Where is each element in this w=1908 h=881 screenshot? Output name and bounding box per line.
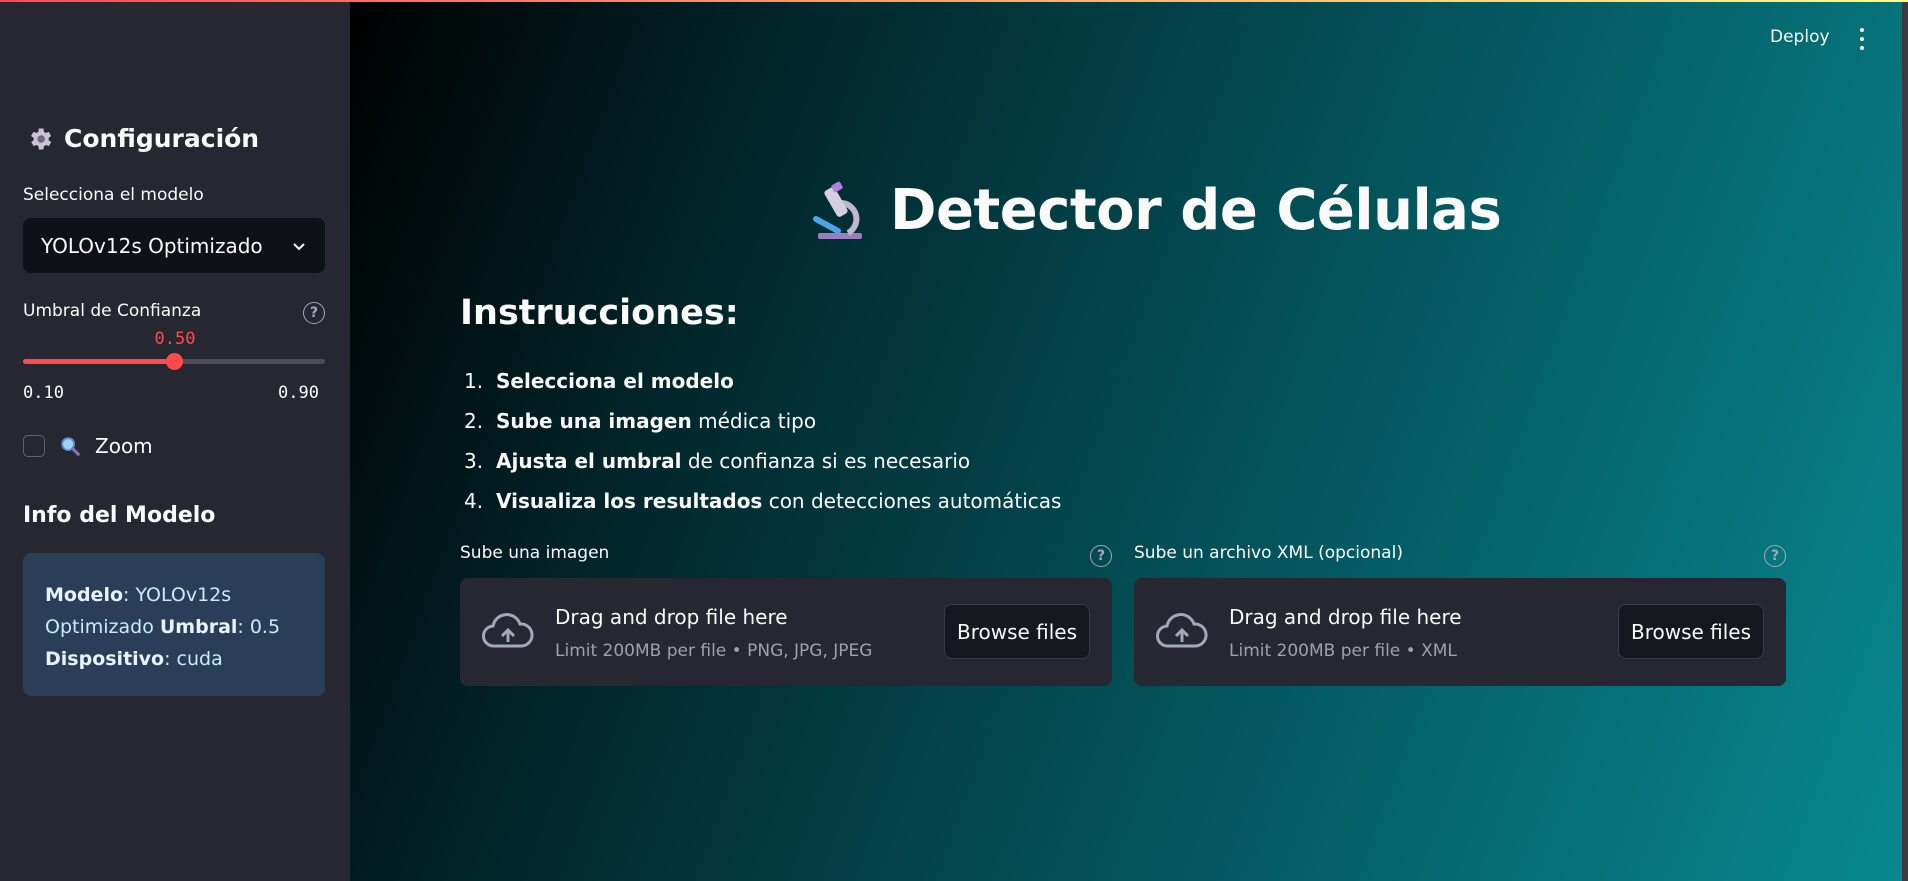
browse-files-button[interactable]: Browse files — [944, 604, 1090, 659]
sidebar-title-text: Configuración — [64, 124, 260, 153]
step-number: 2. — [464, 409, 484, 433]
threshold-slider-fill — [23, 359, 174, 364]
threshold-slider-value: 0.50 — [154, 329, 196, 349]
page-title: Detector de Células — [808, 178, 1502, 243]
top-decoration-bar — [0, 0, 1908, 2]
image-upload-label: Sube una imagen — [460, 543, 610, 563]
threshold-slider-thumb[interactable] — [166, 353, 183, 370]
help-icon[interactable]: ? — [303, 302, 325, 324]
info-device-key: Dispositivo — [45, 648, 165, 670]
step-bold: Sube una imagen — [496, 409, 692, 433]
list-item: 2. Sube una imagen médica tipo — [464, 406, 1061, 446]
zoom-checkbox[interactable] — [23, 435, 45, 457]
instructions-list: 1. Selecciona el modelo 2. Sube una imagen… — [464, 366, 1061, 526]
step-bold: Ajusta el umbral — [496, 449, 682, 473]
help-icon[interactable]: ? — [1090, 545, 1112, 567]
help-icon[interactable]: ? — [1764, 545, 1786, 567]
list-item: 3. Ajusta el umbral de confianza si es ne… — [464, 446, 1061, 486]
step-number: 1. — [464, 369, 484, 393]
dropzone-title: Drag and drop file here — [1229, 605, 1462, 629]
threshold-max: 0.90 — [278, 383, 319, 403]
sidebar: Configuración Selecciona el modelo YOLOv… — [0, 0, 350, 881]
chevron-down-icon — [293, 242, 305, 250]
page-title-text: Detector de Células — [890, 178, 1502, 243]
xml-dropzone[interactable]: Drag and drop file here Limit 200MB per … — [1134, 578, 1786, 686]
step-text: médica tipo — [691, 409, 817, 433]
list-item: 4. Visualiza los resultados con deteccion… — [464, 486, 1061, 526]
microscope-icon — [813, 181, 862, 239]
model-info-title: Info del Modelo — [23, 503, 216, 528]
magnifier-icon — [61, 437, 80, 456]
dropzone-limits: Limit 200MB per file • XML — [1229, 641, 1457, 661]
zoom-label: Zoom — [95, 434, 153, 458]
xml-upload-label: Sube un archivo XML (opcional) — [1134, 543, 1403, 563]
threshold-label: Umbral de Confianza — [23, 301, 202, 321]
threshold-slider[interactable] — [23, 353, 325, 370]
dropzone-title: Drag and drop file here — [555, 605, 788, 629]
deploy-button[interactable]: Deploy — [1770, 27, 1830, 47]
model-select-label: Selecciona el modelo — [23, 185, 204, 205]
scrollbar[interactable] — [1902, 0, 1908, 881]
zoom-checkbox-row[interactable]: Zoom — [23, 434, 153, 458]
instructions-title: Instrucciones: — [460, 293, 739, 333]
dropzone-limits: Limit 200MB per file • PNG, JPG, JPEG — [555, 641, 873, 661]
cloud-upload-icon — [482, 613, 534, 648]
model-select[interactable]: YOLOv12s Optimizado — [23, 218, 325, 273]
model-select-value: YOLOv12s Optimizado — [41, 233, 263, 258]
step-number: 3. — [464, 449, 484, 473]
kebab-menu-icon[interactable] — [1857, 28, 1867, 50]
step-bold: Selecciona el modelo — [496, 369, 734, 393]
sidebar-title: Configuración — [26, 124, 259, 153]
step-bold: Visualiza los resultados — [496, 489, 763, 513]
info-model-key: Modelo — [45, 584, 124, 606]
step-text: de confianza si es necesario — [681, 449, 971, 473]
cloud-upload-icon — [1156, 613, 1208, 648]
step-number: 4. — [464, 489, 484, 513]
browse-files-button[interactable]: Browse files — [1618, 604, 1764, 659]
model-info-box: Modelo: YOLOv12s Optimizado Umbral: 0.5 … — [23, 553, 325, 696]
step-text: con detecciones automáticas — [762, 489, 1062, 513]
gear-icon — [31, 128, 52, 149]
threshold-min: 0.10 — [23, 383, 64, 403]
info-threshold-key: Umbral — [159, 616, 238, 638]
list-item: 1. Selecciona el modelo — [464, 366, 1061, 406]
info-device-value: : cuda — [164, 648, 223, 670]
info-threshold-value: : 0.5 — [237, 616, 281, 638]
image-dropzone[interactable]: Drag and drop file here Limit 200MB per … — [460, 578, 1112, 686]
